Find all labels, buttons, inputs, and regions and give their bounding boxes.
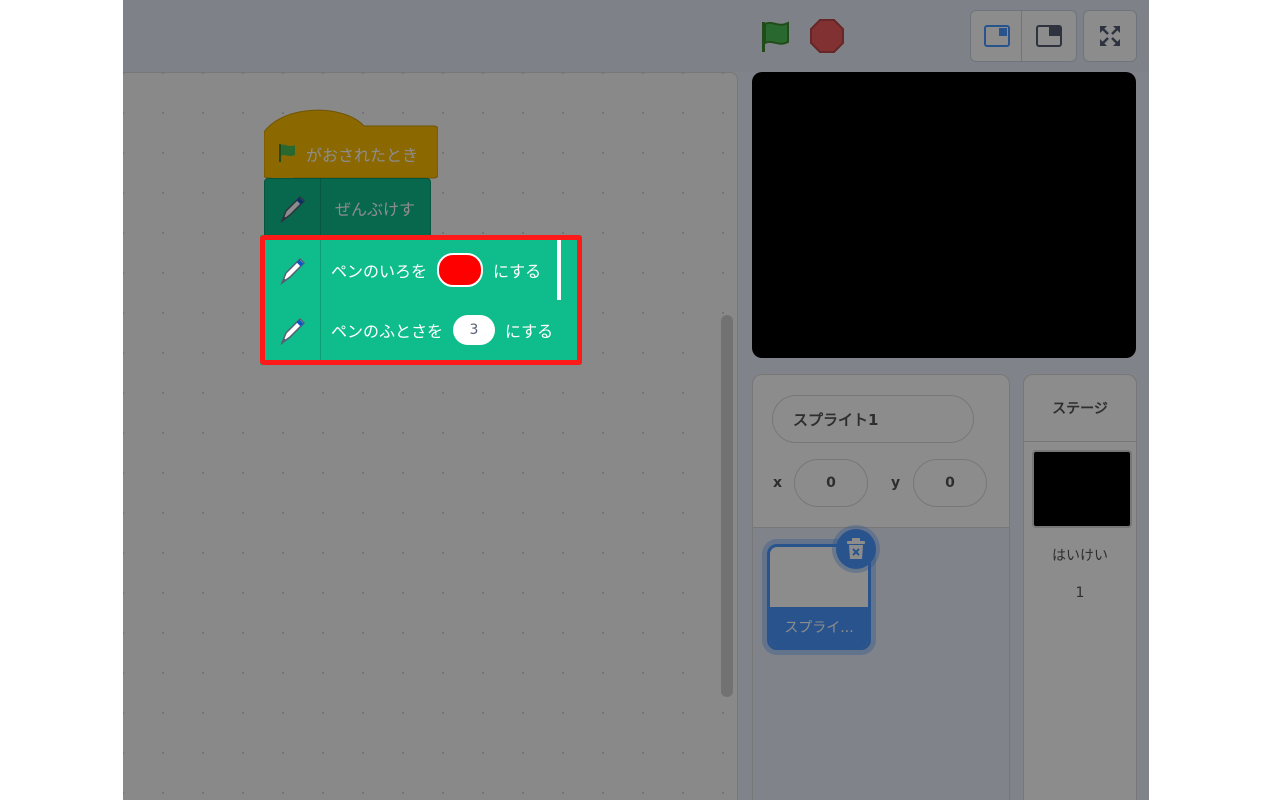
stage-panel-title: ステージ xyxy=(1024,375,1136,442)
highlight-box xyxy=(260,235,582,365)
small-stage-icon xyxy=(984,25,1010,47)
stop-icon[interactable] xyxy=(809,18,845,54)
normal-stage-icon xyxy=(1036,25,1062,47)
stage-canvas[interactable] xyxy=(752,72,1136,358)
sprite-info-panel: スプライト1 x 0 y 0 スプライ... xyxy=(752,374,1010,800)
trash-icon xyxy=(847,538,865,559)
normal-stage-button[interactable] xyxy=(1021,10,1077,62)
y-field[interactable]: 0 xyxy=(913,459,987,507)
sprite-thumbnail-label: スプライ... xyxy=(770,607,868,647)
green-flag-icon xyxy=(276,142,298,164)
x-field[interactable]: 0 xyxy=(794,459,868,507)
pen-icon xyxy=(265,178,321,238)
delete-sprite-button[interactable] xyxy=(836,529,876,569)
stage-thumbnail[interactable] xyxy=(1032,450,1132,528)
small-stage-button[interactable] xyxy=(970,10,1024,62)
backdrop-count: 1 xyxy=(1075,585,1085,601)
green-flag-icon[interactable] xyxy=(756,16,792,56)
fullscreen-button[interactable] xyxy=(1083,10,1137,62)
clear-block-label: ぜんぶけす xyxy=(335,200,416,219)
scratch-editor: がおされたとき ぜんぶけす ペンのいろを にする ペンのふとさを 3 にする xyxy=(123,0,1149,800)
pen-clear-block[interactable]: ぜんぶけす xyxy=(264,178,431,238)
backdrop-label: はいけい xyxy=(1052,548,1108,564)
when-flag-clicked-block[interactable]: がおされたとき xyxy=(264,108,438,180)
stage-target-panel[interactable]: ステージ はいけい 1 xyxy=(1023,374,1137,800)
hat-block-label: がおされたとき xyxy=(306,146,419,165)
x-label: x xyxy=(773,475,783,491)
sprite-name-field[interactable]: スプライト1 xyxy=(772,395,974,443)
sprite-info: スプライト1 x 0 y 0 xyxy=(753,375,1009,528)
y-label: y xyxy=(891,475,901,491)
stage-header xyxy=(123,0,1149,72)
fullscreen-icon xyxy=(1100,26,1120,46)
workspace-scrollbar[interactable] xyxy=(721,315,733,697)
